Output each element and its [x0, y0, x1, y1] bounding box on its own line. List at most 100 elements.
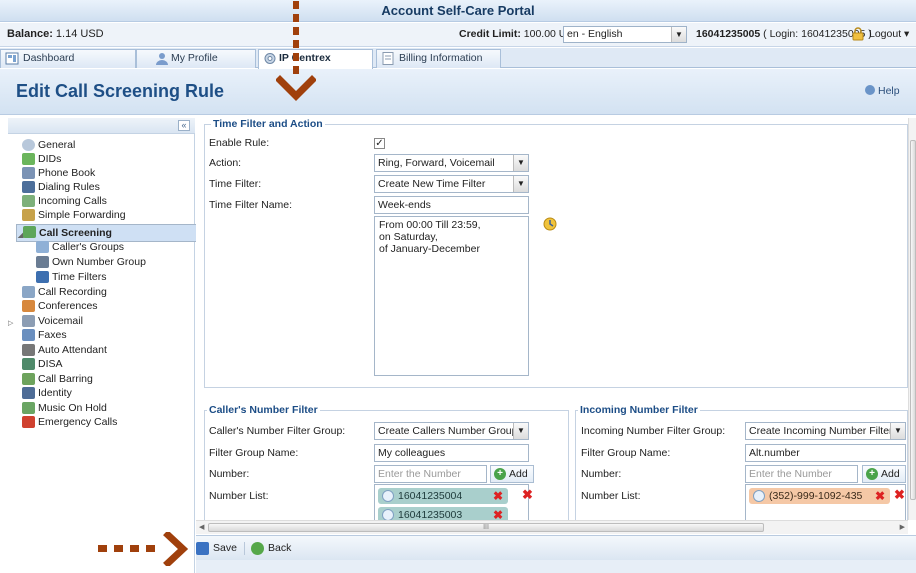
incoming-group-name-input[interactable]: Alt.number	[745, 444, 906, 462]
incoming-number-label: Number:	[581, 468, 622, 480]
callers-add-button[interactable]: + Add	[490, 465, 534, 483]
edit-time-filter-icon[interactable]	[543, 217, 557, 231]
incoming-number-list-label: Number List:	[581, 490, 641, 502]
tab-billing-information[interactable]: Billing Information	[376, 49, 501, 68]
save-button[interactable]: Save	[196, 540, 237, 557]
expand-arrow-icon: ▷	[8, 320, 14, 327]
callers-number-list-label: Number List:	[209, 490, 269, 502]
group-icon	[36, 241, 49, 253]
sidebar-item-label: Voicemail	[38, 315, 83, 327]
number-group-icon	[36, 256, 49, 268]
sidebar-item-label: Caller's Groups	[52, 241, 125, 253]
time-filter-description[interactable]: From 00:00 Till 23:59, on Saturday, of J…	[374, 216, 529, 376]
number-text: (352)-999-1092-435	[769, 490, 863, 502]
disa-icon	[22, 358, 35, 370]
fax-icon	[22, 329, 35, 341]
time-filter-select[interactable]: Create New Time Filter ▼	[374, 175, 529, 193]
sidebar-item-label: Time Filters	[52, 271, 107, 283]
sidebar-item-label: Phone Book	[38, 167, 96, 179]
remove-number-icon[interactable]: ✖	[493, 488, 503, 504]
chevron-down-icon: ▼	[513, 176, 528, 192]
collapse-sidebar-button[interactable]: «	[178, 120, 190, 131]
clock-icon	[36, 271, 49, 283]
voicemail-icon	[22, 315, 35, 327]
forwarding-icon	[22, 209, 35, 221]
sidebar-item-label: Call Recording	[38, 286, 107, 298]
sidebar-item-label: Call Screening	[39, 227, 112, 239]
phone-icon	[753, 490, 765, 502]
auto-attendant-icon	[22, 344, 35, 356]
phone-icon	[382, 490, 394, 502]
sidebar-item-label: Auto Attendant	[38, 344, 107, 356]
sidebar-item-label: Faxes	[38, 329, 67, 341]
help-label: Help	[878, 85, 900, 97]
time-filter-name-label: Time Filter Name:	[209, 199, 293, 211]
incoming-group-name-label: Filter Group Name:	[581, 447, 671, 459]
back-label: Back	[268, 542, 292, 554]
tab-label: Dashboard	[23, 52, 75, 64]
sidebar-item-label: DISA	[38, 358, 63, 370]
incoming-number-input[interactable]: Enter the Number	[745, 465, 858, 483]
tab-my-profile[interactable]: My Profile	[136, 49, 256, 68]
incoming-group-label: Incoming Number Filter Group:	[581, 425, 726, 437]
sidebar-item-label: Emergency Calls	[38, 416, 118, 428]
credit-label: Credit Limit:	[459, 28, 521, 40]
back-arrow-icon	[251, 542, 264, 555]
back-button[interactable]: Back	[251, 540, 291, 557]
horizontal-scrollbar[interactable]: ◀ III ▶	[196, 520, 908, 534]
main-content: Time Filter and Action Enable Rule: ✓ Ac…	[196, 118, 916, 573]
call-screening-icon	[23, 226, 36, 238]
callers-number-input[interactable]: Enter the Number	[374, 465, 487, 483]
dialing-rules-icon	[22, 181, 35, 193]
logout-link[interactable]: Logout ▾	[869, 28, 909, 40]
time-filter-fieldset: Time Filter and Action	[204, 118, 908, 388]
incoming-add-button[interactable]: + Add	[862, 465, 906, 483]
annotation-arrow-right-icon	[98, 532, 189, 566]
annotation-arrow-down-icon	[276, 1, 316, 101]
clear-all-incoming-icon[interactable]: ✖	[894, 487, 905, 503]
callers-group-name-input[interactable]: My colleagues	[374, 444, 529, 462]
help-link[interactable]: Help	[865, 85, 900, 97]
incoming-filter-legend: Incoming Number Filter	[578, 404, 700, 416]
clear-all-numbers-icon[interactable]: ✖	[522, 487, 533, 503]
chevron-down-icon: ▼	[513, 423, 528, 439]
chevron-down-icon: ▼	[671, 27, 686, 42]
callers-group-value: Create Callers Number Group	[378, 425, 518, 437]
save-icon	[196, 542, 209, 555]
dashboard-icon	[5, 52, 19, 65]
gear-icon	[22, 139, 35, 151]
tab-label: My Profile	[171, 52, 218, 64]
scrollbar-thumb[interactable]	[910, 140, 916, 500]
sidebar-item-label: Identity	[38, 387, 72, 399]
enable-rule-checkbox[interactable]: ✓	[374, 138, 385, 149]
balance-value: 1.14 USD	[55, 28, 104, 40]
page-title: Edit Call Screening Rule	[16, 81, 225, 101]
document-icon	[382, 52, 394, 65]
time-filter-name-input[interactable]: Week-ends	[374, 196, 529, 214]
description-line: on Saturday,	[379, 231, 438, 243]
action-select[interactable]: Ring, Forward, Voicemail ▼	[374, 154, 529, 172]
callers-group-select[interactable]: Create Callers Number Group ▼	[374, 422, 529, 440]
bottom-toolbar: Save Back	[196, 535, 916, 560]
scroll-right-icon[interactable]: ▶	[900, 523, 905, 531]
help-icon	[865, 85, 875, 95]
sidebar-header: «	[8, 118, 195, 134]
language-select[interactable]: en - English ▼	[563, 26, 687, 43]
scrollbar-thumb[interactable]: III	[208, 523, 764, 532]
account-number: 16041235005	[696, 28, 761, 40]
incoming-number-list: (352)-999-1092-435 ✖	[745, 484, 906, 524]
remove-number-icon[interactable]: ✖	[875, 488, 885, 504]
portal-title: Account Self-Care Portal	[0, 0, 916, 22]
language-value: en - English	[567, 28, 623, 40]
vertical-scrollbar[interactable]	[908, 118, 916, 520]
tab-dashboard[interactable]: Dashboard	[0, 49, 136, 68]
description-line: of January-December	[379, 243, 480, 255]
number-chip: (352)-999-1092-435 ✖	[749, 488, 890, 504]
sidebar-item-label: DIDs	[38, 153, 62, 165]
scroll-left-icon[interactable]: ◀	[199, 523, 204, 531]
incoming-group-select[interactable]: Create Incoming Number Filter Gr ▼	[745, 422, 906, 440]
account-id: 16041235005 ( Login: 16041235005 )	[696, 28, 872, 40]
logout-label: Logout	[869, 28, 902, 40]
balance-label: Balance:	[7, 28, 53, 40]
callers-filter-legend: Caller's Number Filter	[207, 404, 320, 416]
